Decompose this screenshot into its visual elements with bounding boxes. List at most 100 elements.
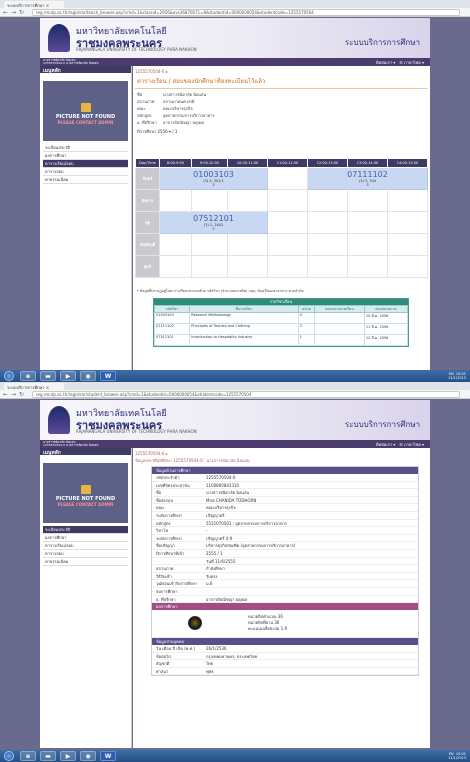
chrome-icon[interactable]: ◉ bbox=[80, 371, 96, 381]
col-header: 12:00-13:00 bbox=[307, 158, 348, 168]
info-row: ชื่อ นางสาวชนิดาลัย นิลแสน bbox=[137, 92, 207, 97]
date: 11/1/2013 bbox=[448, 756, 466, 760]
forward-icon[interactable]: → bbox=[11, 391, 16, 398]
sidebar-item-exam[interactable]: ตารางสอบ bbox=[43, 550, 128, 558]
picture-icon bbox=[80, 103, 91, 112]
ie-icon[interactable]: e bbox=[20, 371, 36, 381]
word-icon[interactable]: W bbox=[100, 751, 116, 761]
schedule-row: อังคาร bbox=[135, 189, 429, 212]
profile-content: 1255570504-0 ▸ ข้อมูลประวัตินักศึกษา 125… bbox=[133, 448, 430, 748]
term-selector[interactable]: ปีการศึกษา 2556 ▾ / 1 bbox=[133, 126, 430, 137]
sidebar-item-profile[interactable]: ระเบียนประวัติ bbox=[43, 526, 128, 534]
profile-card: ข้อมูลด้านการศึกษา รหัสประจำตัว 125557050… bbox=[151, 466, 419, 677]
user-strip: นางสาวชนิดาลัย นิลแสน 1255570504-0 นางสา… bbox=[40, 58, 430, 66]
ie-icon[interactable]: e bbox=[20, 751, 36, 761]
section-header: ข้อมูลส่วนบุคคล bbox=[152, 638, 418, 646]
gpa-summary: หน่วยกิตคำนวณ 36 หน่วยกิตที่ผ่าน 36 คะแน… bbox=[152, 610, 418, 639]
sidebar-item-grades[interactable]: ผลการศึกษา bbox=[43, 534, 128, 542]
language-menu[interactable]: ☰ ภาษาไทย ▾ bbox=[399, 60, 424, 65]
profile-row: ข้อต่อไป กรุงเทพมหานคร, ประเทศไทย bbox=[152, 653, 418, 661]
course-block[interactable]: 07512101 (3) 1, 2402 3 bbox=[158, 211, 269, 234]
col-header: 8:00-9:00 bbox=[158, 158, 193, 168]
course-block[interactable]: 01003103 (3) 4, 301/1 3 bbox=[158, 167, 269, 190]
back-icon[interactable]: ← bbox=[3, 9, 8, 16]
profile-row: วิชาโท - bbox=[152, 527, 418, 535]
profile-row: สถานภาพ กำลังศึกษา bbox=[152, 565, 418, 573]
col-header: 13:00-14:00 bbox=[346, 158, 388, 168]
folder-icon[interactable]: ▬ bbox=[40, 751, 56, 761]
profile-row: ชื่อปริญญา บริหารธุรกิจบัณฑิต (อุตสาหกรรม… bbox=[152, 542, 418, 550]
sidebar-item-fees[interactable]: ค่าธรรมเนียม bbox=[43, 558, 128, 566]
university-name-en: RAJAMANGALA UNIVERSITY OF TECHNOLOGY PHR… bbox=[76, 47, 197, 52]
profile-row: คณะ คณะบริหารธุรกิจ bbox=[152, 504, 418, 512]
student-photo: PICTURE NOT FOUND PLEASE CONTACT ADMIN bbox=[43, 81, 128, 141]
col-header: Day/Time bbox=[135, 158, 160, 168]
profile-row: รหัสประจำตัว 1255570504-0 bbox=[152, 474, 418, 482]
media-icon[interactable]: ▶ bbox=[60, 371, 76, 381]
profile-row: วุฒิก่อนเข้ารับการศึกษา ม.6 bbox=[152, 580, 418, 588]
address-bar[interactable]: reg.rmutp.ac.th/registrar/teach_browse.a… bbox=[32, 9, 460, 16]
system-tray: EN 10:01 11/1/2013 bbox=[448, 752, 466, 760]
browser-toolbar: ← → ↻ reg.rmutp.ac.th/registrar/teach_br… bbox=[0, 8, 470, 17]
schedule-row: ศุกร์ bbox=[135, 255, 429, 278]
info-row: คณะ คณะบริหารธุรกิจ bbox=[137, 106, 193, 111]
sidebar-item-fees[interactable]: ค่าธรรมเนียม bbox=[43, 176, 128, 184]
empty-slot bbox=[267, 167, 308, 190]
section-header: ข้อมูลด้านการศึกษา bbox=[152, 467, 418, 474]
profile-row: ชื่ออังกฤษ Miss CHANIDA TODHORN bbox=[152, 497, 418, 505]
start-button[interactable] bbox=[4, 371, 14, 381]
media-icon[interactable]: ▶ bbox=[60, 751, 76, 761]
reload-icon[interactable]: ↻ bbox=[19, 9, 24, 16]
forward-icon[interactable]: → bbox=[11, 9, 16, 16]
sidebar: เมนูหลัก PICTURE NOT FOUND PLEASE CONTAC… bbox=[40, 448, 132, 748]
address-bar[interactable]: reg.rmutp.ac.th/registrar/student_browse… bbox=[32, 391, 460, 398]
back-icon[interactable]: ← bbox=[3, 391, 8, 398]
profile-row: หลักสูตร 5521070501 : อุตสาหกรรมการบริการ… bbox=[152, 520, 418, 528]
sidebar-item-profile[interactable]: ระเบียนประวัติ bbox=[43, 144, 128, 152]
sidebar-item-exam[interactable]: ตารางสอบ bbox=[43, 168, 128, 176]
sidebar-item-schedule[interactable]: ตารางเรียน/สอบ bbox=[43, 160, 128, 168]
screenshot-schedule: ระบบบริการการศึกษา × ← → ↻ reg.rmutp.ac.… bbox=[0, 0, 470, 382]
profile-row: ชื่อ นางสาวชนิดาลัย นิลแสน bbox=[152, 489, 418, 497]
system-title: ระบบบริการการศึกษา bbox=[344, 420, 420, 429]
screenshot-profile: ระบบบริการการศึกษา × ← → ↻ reg.rmutp.ac.… bbox=[0, 382, 470, 762]
day-label: พฤหัสบดี bbox=[135, 233, 160, 256]
col-header: 10:00-11:00 bbox=[227, 158, 269, 168]
browser-tab[interactable]: ระบบบริการการศึกษา × bbox=[4, 1, 64, 8]
start-button[interactable] bbox=[4, 751, 14, 761]
student-photo: PICTURE NOT FOUND PLEASE CONTACT ADMIN bbox=[43, 463, 128, 523]
gpa-lines: หน่วยกิตคำนวณ 36 หน่วยกิตที่ผ่าน 36 คะแน… bbox=[248, 614, 288, 632]
sidebar-item-grades[interactable]: ผลการศึกษา bbox=[43, 152, 128, 160]
sidebar-title: เมนูหลัก bbox=[40, 448, 131, 456]
section-header: ผลการศึกษา bbox=[152, 603, 418, 611]
top-menu: ติดต่อเรา ▾ ☰ ภาษาไทย ▾ bbox=[376, 59, 424, 66]
chrome-icon[interactable]: ◉ bbox=[80, 751, 96, 761]
university-logo bbox=[48, 406, 70, 434]
profile-row: ระดับการศึกษา ปริญญาตรี 4 ปี bbox=[152, 535, 418, 543]
language-menu[interactable]: ☰ ภาษาไทย ▾ bbox=[399, 442, 424, 447]
day-label: จันทร์ bbox=[135, 167, 160, 190]
table-row: 07512101 Introduction to Hospitality Ind… bbox=[153, 334, 409, 346]
schedule-header-row: Day/Time 8:00-9:00 9:00-10:00 10:00-11:0… bbox=[135, 158, 429, 168]
top-menu: ติดต่อเรา ▾ ☰ ภาษาไทย ▾ bbox=[376, 441, 424, 448]
course-block[interactable]: 07111102 (3) 3, 344 3 bbox=[307, 167, 428, 190]
contact-menu[interactable]: ติดต่อเรา ▾ bbox=[376, 442, 395, 447]
browser-toolbar: ← → ↻ reg.rmutp.ac.th/registrar/student_… bbox=[0, 390, 470, 399]
reload-icon[interactable]: ↻ bbox=[19, 391, 24, 398]
sidebar-item-schedule[interactable]: ตารางเรียน/สอบ bbox=[43, 542, 128, 550]
schedule-row: จันทร์ 01003103 (3) 4, 301/1 3 07111102 … bbox=[135, 167, 428, 190]
user-info: นางสาวชนิดาลัย นิลแสน 1255570504-0 นางสา… bbox=[43, 440, 99, 447]
word-icon[interactable]: W bbox=[100, 371, 116, 381]
schedule-table: Day/Time 8:00-9:00 9:00-10:00 10:00-11:0… bbox=[135, 158, 429, 278]
profile-row: จบการศึกษา bbox=[152, 588, 418, 596]
table-row: 07111102 Principles of Textiles and Clot… bbox=[153, 323, 409, 335]
profile-row: ปีการศึกษาที่เข้า 2555 / 1 bbox=[152, 550, 418, 558]
page-title: ตารางเรียน / สอบของนักศึกษาที่ลงทะเบียนไ… bbox=[135, 74, 428, 89]
taskbar: e ▬ ▶ ◉ W EN 10:01 11/1/2013 bbox=[0, 370, 470, 382]
day-label: พุธ bbox=[135, 211, 160, 234]
contact-menu[interactable]: ติดต่อเรา ▾ bbox=[376, 60, 395, 65]
info-row: อ. ที่ปรึกษา อาจารย์ปณิชญา ผดุงผล bbox=[137, 120, 205, 125]
browser-tab[interactable]: ระบบบริการการศึกษา × bbox=[4, 383, 64, 390]
folder-icon[interactable]: ▬ bbox=[40, 371, 56, 381]
profile-row: ระดับการศึกษา ปริญญาตรี bbox=[152, 512, 418, 520]
